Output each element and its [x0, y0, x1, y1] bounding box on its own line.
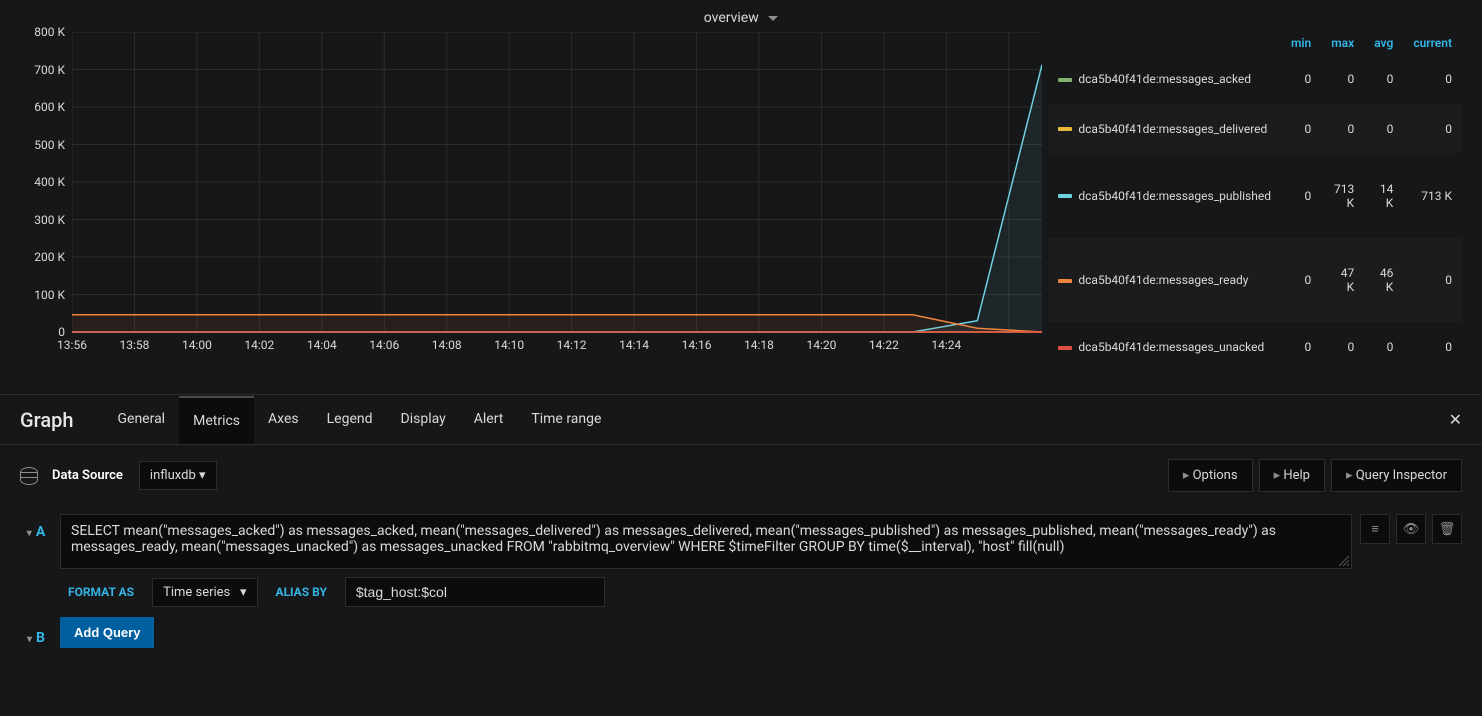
x-tick: 14:12	[557, 338, 587, 394]
format-as-select[interactable]: Time series ▾	[152, 578, 257, 607]
trash-icon[interactable]: 🗑	[1432, 514, 1462, 544]
legend-row[interactable]: dca5b40f41de:messages_published0713 K14 …	[1048, 153, 1462, 237]
y-tick: 400 K	[20, 175, 65, 189]
chart[interactable]: 0100 K200 K300 K400 K500 K600 K700 K800 …	[20, 32, 1028, 372]
y-tick: 200 K	[20, 250, 65, 264]
query-inspector-button[interactable]: Query Inspector	[1331, 459, 1462, 492]
datasource-row: Data Source influxdb ▾ Options Help Quer…	[0, 445, 1482, 506]
panel-title[interactable]: overview	[20, 10, 1462, 26]
menu-icon[interactable]: ≡	[1360, 514, 1390, 544]
chevron-down-icon: ▾	[240, 585, 247, 600]
query-toggle-b[interactable]: ▾B	[20, 620, 52, 646]
close-icon[interactable]: ✕	[1449, 410, 1462, 429]
x-tick: 14:16	[682, 338, 712, 394]
legend-row[interactable]: dca5b40f41de:messages_delivered0000	[1048, 104, 1462, 154]
x-tick: 14:14	[619, 338, 649, 394]
y-tick: 500 K	[20, 138, 65, 152]
y-tick: 800 K	[20, 25, 65, 39]
add-query-button[interactable]: Add Query	[60, 617, 154, 648]
chevron-down-icon: ▾	[27, 528, 32, 539]
legend-col[interactable]: current	[1403, 32, 1462, 54]
query-row-a: ▾A SELECT mean("messages_acked") as mess…	[0, 506, 1482, 569]
tab-display[interactable]: Display	[387, 396, 460, 444]
eye-icon[interactable]: 👁	[1396, 514, 1426, 544]
query-side-buttons: ≡ 👁 🗑	[1360, 514, 1462, 569]
x-tick: 14:02	[244, 338, 274, 394]
x-tick: 14:06	[369, 338, 399, 394]
x-tick: 14:08	[432, 338, 462, 394]
format-as-label: FORMAT AS	[60, 579, 142, 605]
x-tick: 14:10	[494, 338, 524, 394]
y-tick: 700 K	[20, 63, 65, 77]
panel: overview 0 100 K 200 K 300 K 400 K 500 K 600 K…	[0, 0, 1482, 395]
tab-alert[interactable]: Alert	[460, 396, 518, 444]
chevron-down-icon	[768, 16, 778, 21]
resize-handle-icon[interactable]	[1339, 556, 1349, 566]
legend-row[interactable]: dca5b40f41de:messages_ready047 K46 K0	[1048, 238, 1462, 322]
datasource-label: Data Source	[52, 468, 123, 483]
y-tick: 300 K	[20, 213, 65, 227]
y-tick: 600 K	[20, 100, 65, 114]
graph-area: 0100 K200 K300 K400 K500 K600 K700 K800 …	[20, 32, 1462, 372]
alias-by-label: ALIAS BY	[268, 579, 335, 605]
x-tick: 14:00	[182, 338, 212, 394]
query-toggle-a[interactable]: ▾A	[20, 514, 52, 569]
legend-row[interactable]: dca5b40f41de:messages_unacked0000	[1048, 322, 1462, 372]
database-icon	[20, 467, 38, 485]
series-line	[72, 65, 1042, 332]
query-row-b: ▾B Add Query	[0, 607, 1482, 648]
tab-time-range[interactable]: Time range	[517, 396, 615, 444]
editor-tabs: Graph GeneralMetricsAxesLegendDisplayAle…	[0, 395, 1482, 445]
x-tick: 14:22	[869, 338, 899, 394]
alias-by-input[interactable]	[345, 577, 605, 607]
options-button[interactable]: Options	[1168, 459, 1253, 492]
tab-metrics[interactable]: Metrics	[179, 396, 254, 444]
chevron-down-icon: ▾	[199, 468, 206, 483]
tab-general[interactable]: General	[103, 396, 179, 444]
datasource-select[interactable]: influxdb ▾	[139, 461, 217, 490]
x-tick: 14:24	[931, 338, 961, 394]
y-tick: 0	[20, 325, 65, 339]
legend-col[interactable]: min	[1281, 32, 1321, 54]
x-tick: 14:04	[307, 338, 337, 394]
legend-row[interactable]: dca5b40f41de:messages_acked0000	[1048, 54, 1462, 104]
y-tick: 100 K	[20, 288, 65, 302]
legend-col[interactable]	[1048, 32, 1281, 54]
tab-legend[interactable]: Legend	[313, 396, 387, 444]
query-right-buttons: Options Help Query Inspector	[1162, 459, 1462, 492]
format-row: FORMAT AS Time series ▾ ALIAS BY	[0, 569, 1482, 607]
help-button[interactable]: Help	[1259, 459, 1325, 492]
x-tick: 13:56	[57, 338, 87, 394]
plot-svg	[72, 32, 1042, 342]
tab-axes[interactable]: Axes	[254, 396, 313, 444]
legend-table: minmaxavgcurrent dca5b40f41de:messages_a…	[1048, 32, 1462, 372]
x-tick: 13:58	[119, 338, 149, 394]
legend-col[interactable]: max	[1321, 32, 1364, 54]
x-tick: 14:18	[744, 338, 774, 394]
editor-title: Graph	[20, 408, 73, 432]
legend-col[interactable]: avg	[1364, 32, 1403, 54]
chevron-down-icon: ▾	[27, 634, 32, 645]
sql-textarea[interactable]: SELECT mean("messages_acked") as message…	[60, 514, 1352, 569]
x-tick: 14:20	[806, 338, 836, 394]
panel-title-text: overview	[704, 10, 759, 26]
